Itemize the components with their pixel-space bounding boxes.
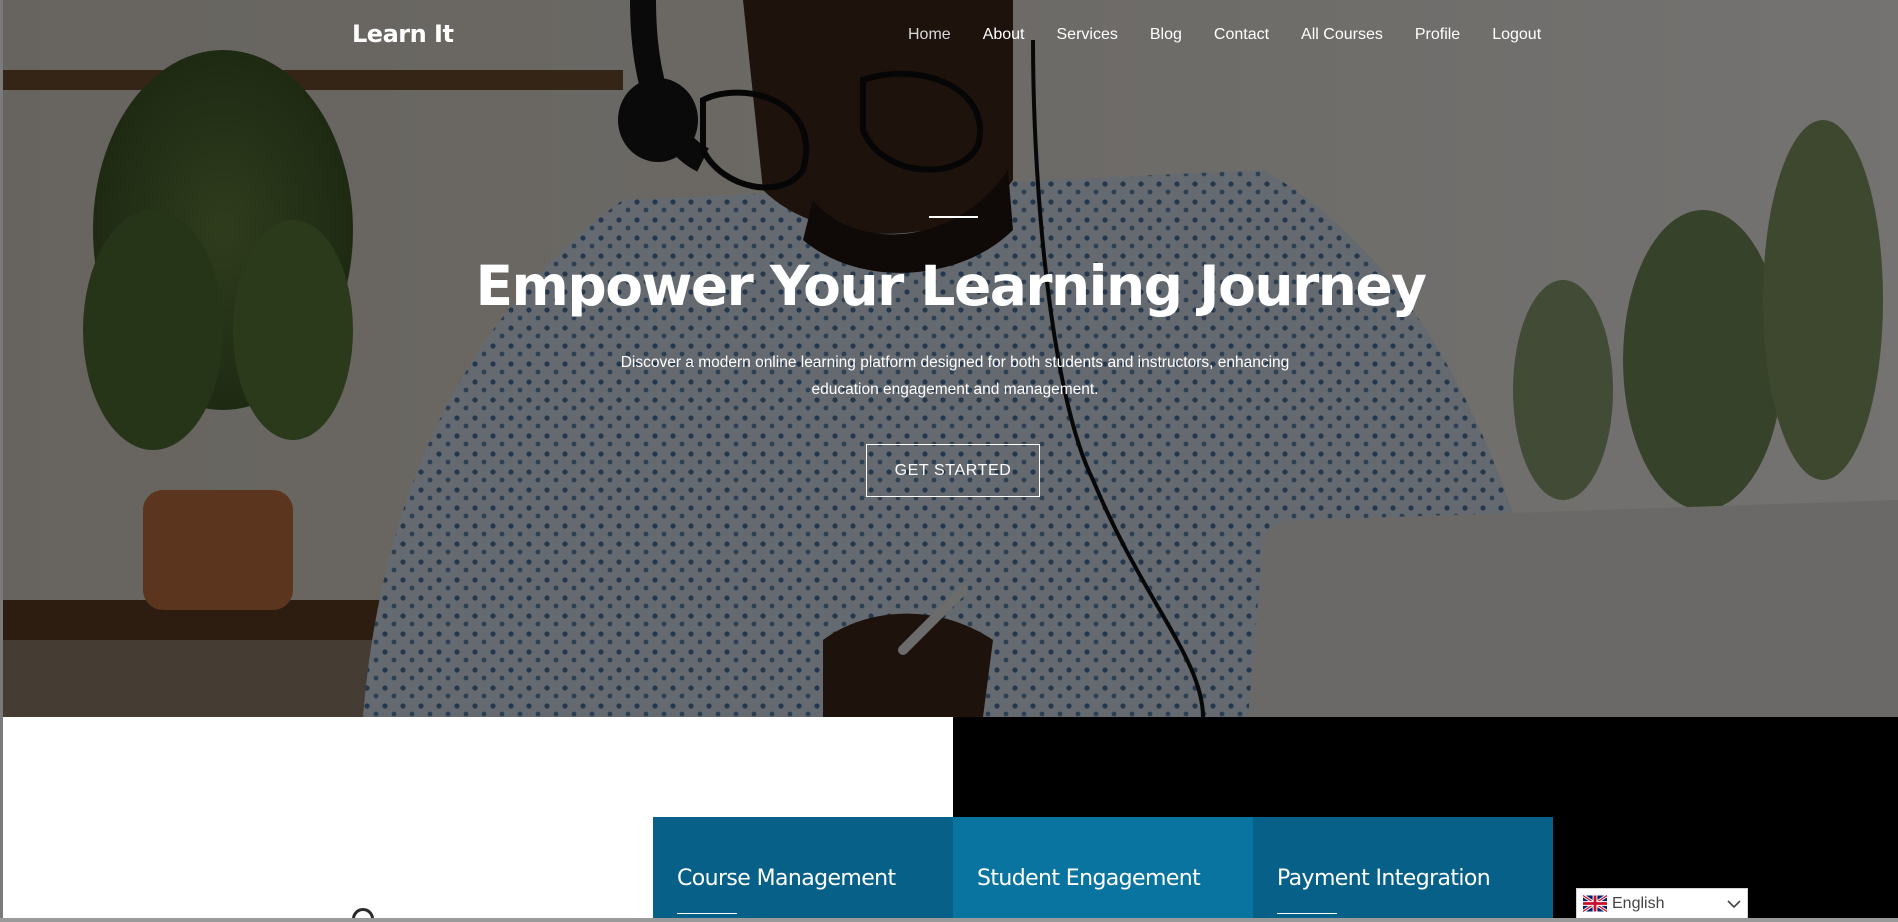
site-logo[interactable]: Learn It xyxy=(352,20,454,48)
nav-blog[interactable]: Blog xyxy=(1150,26,1182,44)
feature-card-divider xyxy=(677,913,737,914)
feature-card-payment-integration[interactable]: Payment Integration xyxy=(1253,817,1553,922)
feature-card-course-management[interactable]: Course Management xyxy=(653,817,953,922)
nav-profile[interactable]: Profile xyxy=(1415,26,1460,44)
window-left-edge xyxy=(0,0,3,922)
feature-card-title: Student Engagement xyxy=(977,866,1201,891)
nav-services[interactable]: Services xyxy=(1057,26,1118,44)
hero-section: Learn It Home About Services Blog Contac… xyxy=(3,0,1898,717)
language-selector[interactable]: English xyxy=(1576,888,1748,919)
feature-card-divider xyxy=(1277,913,1337,914)
hero-subtitle: Discover a modern online learning platfo… xyxy=(620,354,1290,398)
nav-home[interactable]: Home xyxy=(908,26,951,44)
page: Learn It Home About Services Blog Contac… xyxy=(0,0,1898,922)
main-nav: Home About Services Blog Contact All Cou… xyxy=(908,26,1541,44)
chevron-down-icon xyxy=(1727,899,1741,908)
hero-title: Empower Your Learning Journey xyxy=(475,254,1427,318)
feature-card-title: Course Management xyxy=(677,866,896,891)
nav-all-courses[interactable]: All Courses xyxy=(1301,26,1383,44)
window-bottom-edge xyxy=(0,918,1898,922)
language-selected-label: English xyxy=(1612,894,1665,912)
hero-divider xyxy=(929,216,978,218)
nav-about[interactable]: About xyxy=(983,26,1025,44)
nav-logout[interactable]: Logout xyxy=(1492,26,1541,44)
feature-card-student-engagement[interactable]: Student Engagement xyxy=(953,817,1253,922)
feature-card-title: Payment Integration xyxy=(1277,866,1491,891)
uk-flag-icon xyxy=(1583,895,1607,912)
nav-contact[interactable]: Contact xyxy=(1214,26,1269,44)
get-started-button[interactable]: GET STARTED xyxy=(866,444,1040,497)
